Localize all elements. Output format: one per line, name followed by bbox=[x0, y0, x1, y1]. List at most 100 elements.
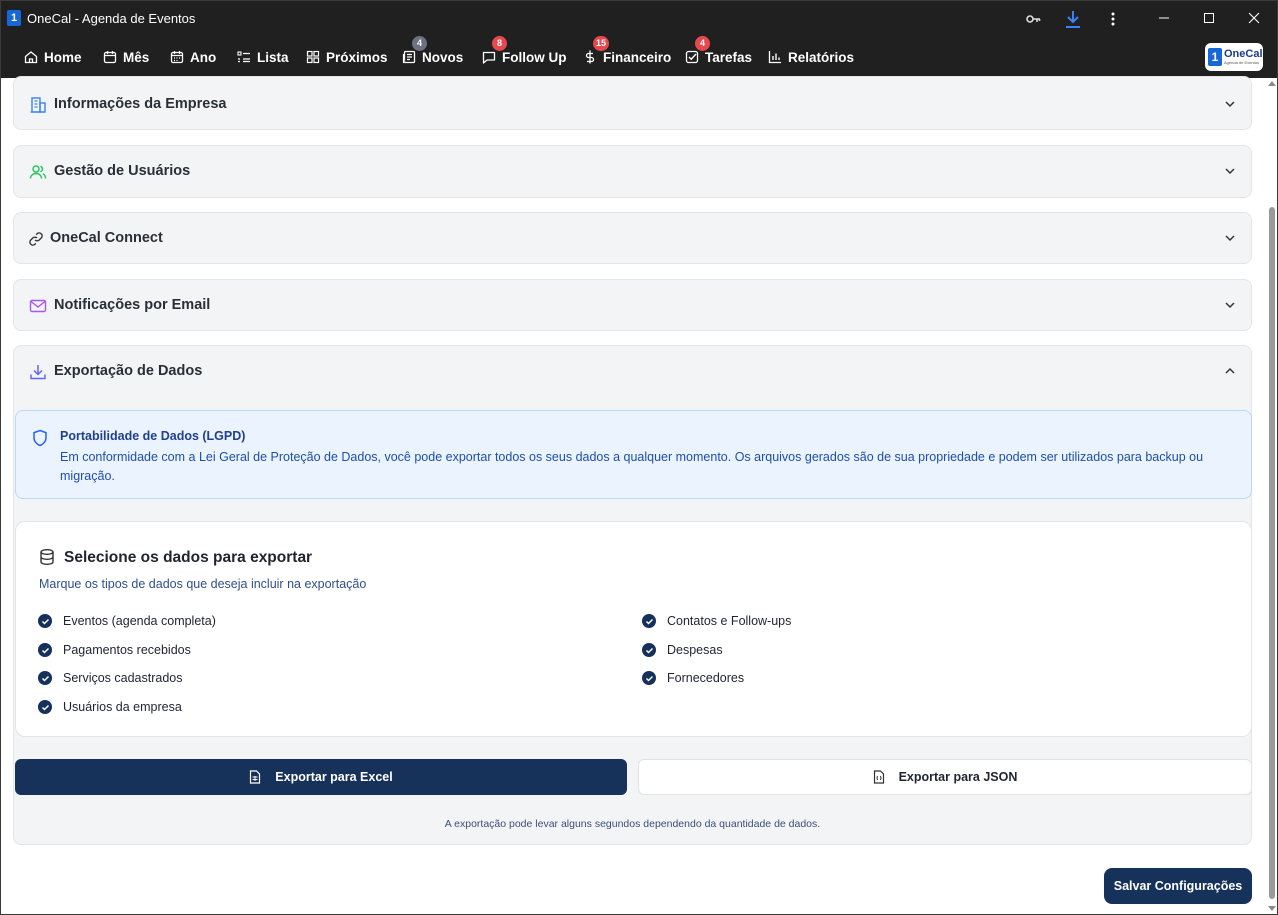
export-card-subtitle: Marque os tipos de dados que deseja incl… bbox=[39, 577, 367, 591]
home-icon bbox=[24, 51, 38, 64]
chat-icon bbox=[482, 51, 496, 64]
nav-follow-up[interactable]: 8 Follow Up bbox=[482, 36, 567, 66]
vertical-scrollbar[interactable] bbox=[1267, 81, 1276, 911]
nav-novos-label: Novos bbox=[422, 49, 464, 65]
calendar-grid-icon bbox=[170, 51, 184, 64]
scroll-thumb[interactable] bbox=[1269, 207, 1275, 899]
more-vertical-icon[interactable] bbox=[1102, 8, 1124, 30]
accordion-email-header[interactable]: Notificações por Email bbox=[14, 280, 1251, 331]
nav-relatorios[interactable]: Relatórios bbox=[768, 48, 854, 66]
nav-home-label: Home bbox=[44, 49, 82, 65]
export-option-label: Contatos e Follow-ups bbox=[667, 614, 792, 628]
minimize-button[interactable] bbox=[1141, 1, 1187, 35]
dollar-icon bbox=[585, 50, 595, 64]
building-icon bbox=[28, 95, 48, 115]
export-option-despesas[interactable]: Despesas bbox=[642, 643, 723, 657]
settings-content: Informações da Empresa Gestão de Usuário… bbox=[1, 76, 1277, 914]
nav-follow-up-badge: 8 bbox=[492, 36, 507, 51]
nav-novos[interactable]: 4 Novos bbox=[402, 36, 464, 66]
export-option-label: Serviços cadastrados bbox=[63, 671, 183, 685]
accordion-empresa-header[interactable]: Informações da Empresa bbox=[14, 79, 1251, 130]
accordion-exportacao-header[interactable]: Exportação de Dados bbox=[14, 346, 1251, 397]
nav-ano[interactable]: Ano bbox=[170, 48, 216, 66]
database-icon bbox=[40, 549, 54, 566]
nav-financeiro[interactable]: 15 Financeiro bbox=[583, 36, 672, 66]
accordion-email-title: Notificações por Email bbox=[54, 297, 211, 313]
accordion-exportacao-title: Exportação de Dados bbox=[54, 363, 203, 379]
nav-follow-up-label: Follow Up bbox=[502, 49, 567, 65]
app-window: 1 OneCal - Agenda de Eventos Home Mês An… bbox=[0, 0, 1278, 915]
calendar-icon bbox=[103, 51, 117, 64]
save-settings-button[interactable]: Salvar Configurações bbox=[1104, 868, 1252, 904]
export-option-pagamentos[interactable]: Pagamentos recebidos bbox=[38, 643, 191, 657]
export-option-label: Despesas bbox=[667, 643, 723, 657]
nav-novos-badge: 4 bbox=[412, 36, 427, 51]
key-icon[interactable] bbox=[1022, 8, 1044, 30]
spreadsheet-file-icon bbox=[250, 770, 261, 784]
export-option-label: Pagamentos recebidos bbox=[63, 643, 191, 657]
export-excel-label: Exportar para Excel bbox=[275, 770, 393, 784]
nav-lista[interactable]: Lista bbox=[237, 48, 289, 66]
window-title: OneCal - Agenda de Eventos bbox=[27, 11, 196, 26]
export-card-title: Selecione os dados para exportar bbox=[64, 549, 313, 566]
nav-tarefas-label: Tarefas bbox=[705, 49, 753, 65]
export-option-label: Fornecedores bbox=[667, 671, 745, 685]
nav-financeiro-label: Financeiro bbox=[603, 49, 672, 65]
link-icon bbox=[26, 229, 46, 249]
nav-mes-label: Mês bbox=[123, 49, 150, 65]
accordion-usuarios-header[interactable]: Gestão de Usuários bbox=[14, 146, 1251, 197]
nav-tarefas[interactable]: 4 Tarefas bbox=[685, 36, 753, 66]
export-option-fornecedores[interactable]: Fornecedores bbox=[642, 671, 744, 685]
export-option-contatos[interactable]: Contatos e Follow-ups bbox=[642, 614, 791, 628]
maximize-button[interactable] bbox=[1186, 1, 1232, 35]
chevron-up-icon bbox=[1225, 367, 1235, 374]
json-file-icon bbox=[873, 770, 884, 784]
accordion-empresa: Informações da Empresa bbox=[13, 76, 1252, 130]
export-json-button[interactable]: Exportar para JSON bbox=[638, 759, 1252, 795]
close-icon bbox=[1248, 12, 1260, 24]
accordion-exportacao: Exportação de Dados Portabilidade de Dad… bbox=[13, 345, 1252, 845]
check-circle-icon bbox=[642, 671, 656, 685]
accordion-empresa-title: Informações da Empresa bbox=[54, 96, 227, 112]
nav-mes[interactable]: Mês bbox=[103, 48, 149, 66]
accordion-connect: OneCal Connect bbox=[13, 212, 1252, 264]
export-note: A exportação pode levar alguns segundos … bbox=[444, 818, 821, 830]
mail-icon bbox=[28, 296, 48, 316]
check-circle-icon bbox=[38, 700, 52, 714]
export-excel-button[interactable]: Exportar para Excel bbox=[15, 759, 627, 795]
brand-name: OneCal bbox=[1224, 48, 1263, 60]
nav-home[interactable]: Home bbox=[24, 48, 82, 66]
nav-financeiro-badge: 15 bbox=[593, 36, 610, 51]
nav-relatorios-label: Relatórios bbox=[788, 49, 855, 65]
users-icon bbox=[28, 162, 48, 182]
accordion-usuarios-title: Gestão de Usuários bbox=[54, 163, 191, 179]
accordion-connect-title: OneCal Connect bbox=[50, 230, 163, 246]
nav-proximos-label: Próximos bbox=[326, 49, 388, 65]
grid-icon bbox=[306, 50, 320, 64]
download-icon bbox=[28, 362, 48, 382]
brand-logo-number: 1 bbox=[1208, 48, 1222, 66]
check-circle-icon bbox=[38, 614, 52, 628]
download-update-icon[interactable] bbox=[1062, 8, 1084, 30]
nav-lista-label: Lista bbox=[257, 49, 289, 65]
lgpd-text: Em conformidade com a Lei Geral de Prote… bbox=[60, 450, 1204, 483]
export-option-label: Usuários da empresa bbox=[63, 700, 182, 714]
check-circle-icon bbox=[38, 643, 52, 657]
close-button[interactable] bbox=[1231, 1, 1277, 35]
export-option-servicos[interactable]: Serviços cadastrados bbox=[38, 671, 183, 685]
export-option-usuarios[interactable]: Usuários da empresa bbox=[38, 700, 182, 714]
main-nav: Home Mês Ano Lista Próximos 4 Novos 8 Fo… bbox=[1, 35, 1277, 78]
export-option-eventos[interactable]: Eventos (agenda completa) bbox=[38, 614, 216, 628]
lgpd-notice: Portabilidade de Dados (LGPD) Em conform… bbox=[15, 410, 1252, 499]
scroll-down-icon[interactable] bbox=[1268, 906, 1276, 911]
title-bar: 1 OneCal - Agenda de Eventos bbox=[1, 1, 1277, 35]
newspaper-icon bbox=[402, 50, 416, 64]
chevron-down-icon bbox=[1225, 235, 1235, 242]
accordion-connect-header[interactable]: OneCal Connect bbox=[14, 213, 1251, 264]
accordion-email: Notificações por Email bbox=[13, 279, 1252, 331]
scroll-up-icon[interactable] bbox=[1268, 81, 1276, 86]
nav-proximos[interactable]: Próximos bbox=[306, 48, 388, 66]
chevron-down-icon bbox=[1225, 101, 1235, 108]
check-circle-icon bbox=[642, 643, 656, 657]
export-options-card: Selecione os dados para exportar Marque … bbox=[15, 521, 1252, 737]
